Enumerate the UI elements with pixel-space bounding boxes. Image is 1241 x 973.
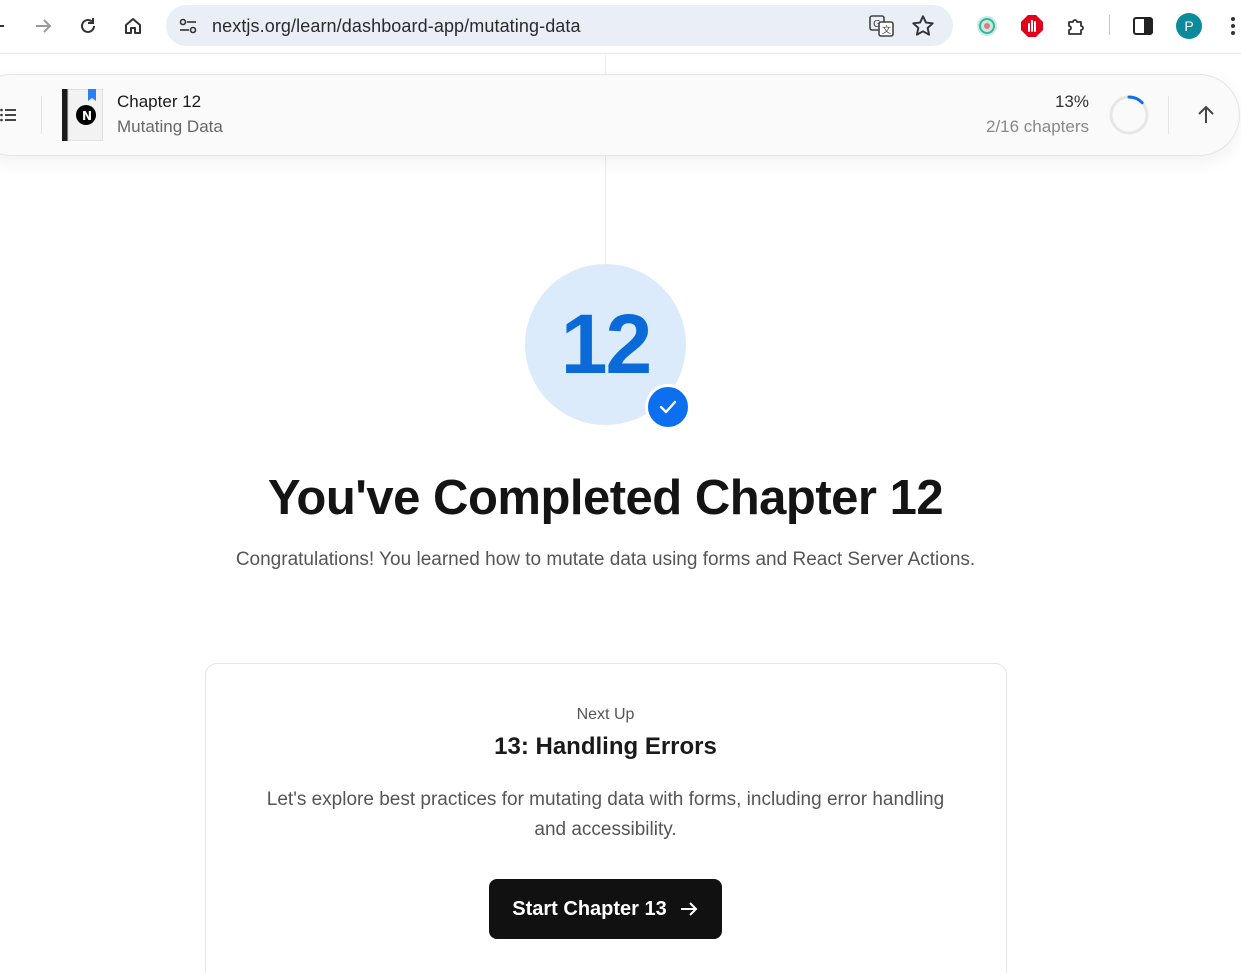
puzzle-icon[interactable] [1062,11,1092,41]
chapters-count: 2/16 chapters [985,117,1089,136]
translate-icon[interactable]: G文 [869,14,895,38]
url-text[interactable]: nextjs.org/learn/dashboard-app/mutating-… [212,16,581,37]
bar-divider-right [1168,96,1169,134]
chapter-title: Chapter 12 [117,92,202,111]
avatar[interactable]: P [1176,13,1202,39]
star-icon[interactable] [910,13,936,39]
scroll-up-arrow-icon[interactable] [1194,103,1218,127]
site-info-icon[interactable] [176,14,200,38]
toolbar-separator [1109,15,1110,35]
bar-divider [41,96,42,134]
start-chapter-button[interactable]: Start Chapter 13 [489,879,722,939]
next-chapter-description: Let's explore best practices for mutatin… [266,789,945,840]
next-up-label: Next Up [576,706,635,723]
side-panel-icon[interactable] [1128,11,1158,41]
completion-headline: You've Completed Chapter 12 [267,471,944,525]
chapter-subtitle: Mutating Data [117,117,223,136]
extension-icon[interactable] [972,11,1002,41]
browser-toolbar: nextjs.org/learn/dashboard-app/mutating-… [0,0,1241,54]
next-chapter-title: 13: Handling Errors [494,733,717,760]
arrow-right-icon [680,902,698,916]
progress-ring [1108,94,1150,136]
svg-text:N: N [82,109,92,123]
menu-icon[interactable] [1223,12,1241,40]
adblock-icon[interactable] [1017,11,1047,41]
forward-arrow-icon[interactable] [28,11,58,41]
book-icon: N [62,88,104,142]
hamburger-menu-icon[interactable] [0,106,18,124]
completion-message: Congratulations! You learned how to muta… [235,549,976,570]
back-arrow-icon[interactable] [0,11,12,41]
start-chapter-button-label: Start Chapter 13 [512,897,667,920]
address-bar[interactable]: nextjs.org/learn/dashboard-app/mutating-… [166,5,953,46]
progress-percent: 13% [1054,92,1089,111]
chapter-progress-bar [0,74,1240,156]
svg-text:文: 文 [882,24,891,36]
reload-icon[interactable] [73,11,103,41]
home-icon[interactable] [118,11,148,41]
badge-number: 12 [560,296,652,391]
check-icon [645,384,691,430]
